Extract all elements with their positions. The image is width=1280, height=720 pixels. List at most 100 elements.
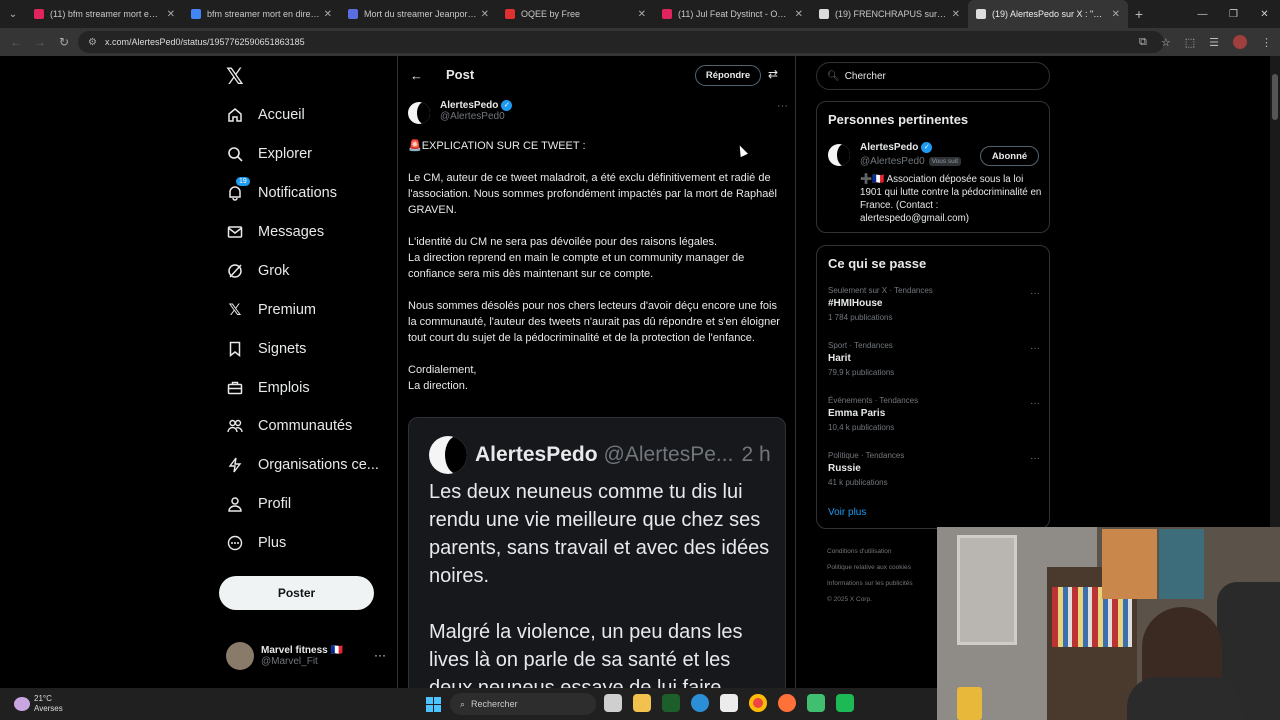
avatar — [429, 436, 467, 474]
post-column: ← Post Répondre ⇄ AlertesPedo ✓ @AlertesP… — [397, 56, 796, 688]
back-arrow-icon[interactable]: ← — [410, 68, 423, 83]
reply-button[interactable]: Répondre — [695, 65, 761, 86]
firefox-icon[interactable] — [778, 694, 796, 712]
nav-messages[interactable]: Messages — [226, 215, 324, 249]
browser-tab-active[interactable]: (19) AlertesPedo sur X : "🚨EX ✕ — [968, 0, 1128, 28]
trend-title: Harit — [828, 353, 851, 364]
file-explorer-icon[interactable] — [633, 694, 651, 712]
install-app-icon[interactable]: ⧉ — [1139, 36, 1147, 49]
lightning-icon — [226, 456, 244, 474]
search-input[interactable]: 🔍︎ Chercher — [816, 62, 1050, 90]
home-icon — [226, 106, 244, 124]
browser-tab-3[interactable]: Mort du streamer Jeanpormanove ✕ — [340, 0, 497, 28]
author-name-text: AlertesPedo — [440, 100, 499, 111]
weather-widget[interactable]: 21°C Averses — [14, 694, 63, 714]
minimize-icon[interactable]: — — [1187, 0, 1218, 28]
bookmark-star-icon[interactable]: ☆ — [1161, 36, 1171, 49]
chrome-icon[interactable] — [749, 694, 767, 712]
google-favicon-icon — [191, 9, 201, 19]
windows-start-icon[interactable] — [426, 697, 441, 712]
search-icon — [226, 145, 244, 163]
following-button[interactable]: Abonné — [980, 146, 1039, 166]
task-view-icon[interactable] — [604, 694, 622, 712]
post-button[interactable]: Poster — [219, 576, 374, 610]
close-tab-icon[interactable]: ✕ — [638, 9, 646, 20]
quoted-tweet-image[interactable]: AlertesPedo @AlertesPe... 2 h Les deux n… — [408, 417, 786, 688]
nav-organizations[interactable]: Organisations ce... — [226, 448, 379, 482]
nav-jobs[interactable]: Emplois — [226, 371, 310, 405]
quoted-paragraph: Les deux neuneus comme tu dis lui rendu … — [429, 481, 770, 587]
tweet-paragraph: 🚨EXPLICATION SUR CE TWEET : — [408, 140, 586, 152]
nav-profile[interactable]: Profil — [226, 487, 291, 521]
close-tab-icon[interactable]: ✕ — [795, 9, 803, 20]
author-handle[interactable]: @AlertesPed0 — [440, 111, 512, 122]
more-icon[interactable]: ··· — [374, 648, 386, 662]
nav-grok[interactable]: Grok — [226, 254, 289, 288]
nav-notifications[interactable]: 19 Notifications — [226, 176, 337, 210]
browser-tab-1[interactable]: (11) bfm streamer mort en direct ✕ — [26, 0, 183, 28]
more-icon[interactable]: ··· — [1030, 453, 1040, 464]
more-icon[interactable]: ··· — [777, 100, 788, 112]
avatar[interactable] — [408, 102, 430, 124]
more-icon[interactable]: ··· — [1030, 343, 1040, 354]
quoted-author-handle: @AlertesPe... — [603, 443, 734, 466]
close-tab-icon[interactable]: ✕ — [324, 9, 332, 20]
nvidia-icon[interactable] — [662, 694, 680, 712]
new-tab-button[interactable]: + — [1128, 6, 1150, 22]
browser-tab-2[interactable]: bfm streamer mort en direct - Rec ✕ — [183, 0, 340, 28]
browser-tab-bar: ⌄ (11) bfm streamer mort en direct ✕ bfm … — [0, 0, 1280, 28]
post-author: AlertesPedo ✓ @AlertesPed0 ··· — [408, 100, 788, 124]
url-field[interactable]: ⚙ x.com/AlertesPed0/status/19577625906518… — [78, 31, 1164, 53]
nav-premium[interactable]: 𝕏 Premium — [226, 293, 316, 327]
close-tab-icon[interactable]: ✕ — [481, 9, 489, 20]
nav-label: Signets — [258, 341, 307, 357]
browser-tab-6[interactable]: (19) FRENCHRAPUS sur X : "AL ✕ — [811, 0, 968, 28]
sliders-icon[interactable]: ⇄ — [768, 67, 778, 81]
trend-item[interactable]: Seulement sur X · Tendances #HMIHouse 1 … — [828, 286, 1040, 322]
trend-item[interactable]: Sport · Tendances Harit 79,9 k publicati… — [828, 341, 1040, 377]
tab-search-menu[interactable]: ⌄ — [0, 0, 26, 28]
weather-condition: Averses — [34, 704, 63, 713]
x-logo-icon[interactable]: 𝕏 — [226, 64, 244, 90]
maximize-icon[interactable]: ❐ — [1218, 0, 1249, 28]
back-arrow-icon[interactable]: ← — [4, 35, 28, 49]
edge-icon[interactable] — [691, 694, 709, 712]
nav-more[interactable]: Plus — [226, 526, 286, 560]
taskbar-search[interactable]: ⌕ Rechercher — [450, 693, 596, 715]
site-info-icon[interactable]: ⚙ — [88, 37, 97, 48]
address-bar-row: ← → ↻ ⚙ x.com/AlertesPed0/status/19577625… — [0, 28, 1280, 56]
reload-icon[interactable]: ↻ — [52, 35, 76, 49]
more-icon[interactable]: ··· — [1030, 288, 1040, 299]
trend-count: 10,4 k publications — [828, 423, 895, 432]
nav-explore[interactable]: Explorer — [226, 137, 312, 171]
close-tab-icon[interactable]: ✕ — [167, 9, 175, 20]
nav-home[interactable]: Accueil — [226, 98, 305, 132]
close-tab-icon[interactable]: ✕ — [1112, 9, 1120, 20]
quoted-text: Les deux neuneus comme tu dis lui rendu … — [429, 478, 779, 688]
footer-link[interactable]: Informations sur les publicités — [827, 576, 947, 592]
trend-item[interactable]: Événements · Tendances Emma Paris 10,4 k… — [828, 396, 1040, 432]
close-window-icon[interactable]: ✕ — [1249, 0, 1280, 28]
browser-menu-icon[interactable]: ⋮ — [1261, 36, 1272, 49]
app-icon[interactable] — [807, 694, 825, 712]
store-icon[interactable] — [720, 694, 738, 712]
forward-arrow-icon[interactable]: → — [28, 35, 52, 49]
spotify-icon[interactable] — [836, 694, 854, 712]
trend-item[interactable]: Politique · Tendances Russie 41 k public… — [828, 451, 1040, 487]
profile-avatar-icon[interactable] — [1233, 35, 1247, 49]
footer-link[interactable]: Politique relative aux cookies — [827, 560, 947, 576]
author-name[interactable]: AlertesPedo ✓ — [440, 100, 513, 111]
close-tab-icon[interactable]: ✕ — [952, 9, 960, 20]
extensions-icon[interactable]: ⬚ — [1185, 36, 1195, 49]
nav-bookmarks[interactable]: Signets — [226, 332, 306, 366]
footer-link[interactable]: Conditions d'utilisation — [827, 544, 947, 560]
scrollbar-thumb[interactable] — [1272, 74, 1278, 120]
account-switcher[interactable]: Marvel fitness 🇫🇷 @Marvel_Fit ··· — [226, 642, 386, 670]
show-more-link[interactable]: Voir plus — [828, 507, 866, 518]
more-icon[interactable]: ··· — [1030, 398, 1040, 409]
nav-communities[interactable]: Communautés — [226, 409, 352, 443]
reading-list-icon[interactable]: ☰ — [1209, 36, 1219, 49]
trend-count: 1 784 publications — [828, 313, 893, 322]
browser-tab-4[interactable]: OQEE by Free ✕ — [497, 0, 654, 28]
browser-tab-5[interactable]: (11) Jul Feat Dystinct - Oh qu'elle ✕ — [654, 0, 811, 28]
